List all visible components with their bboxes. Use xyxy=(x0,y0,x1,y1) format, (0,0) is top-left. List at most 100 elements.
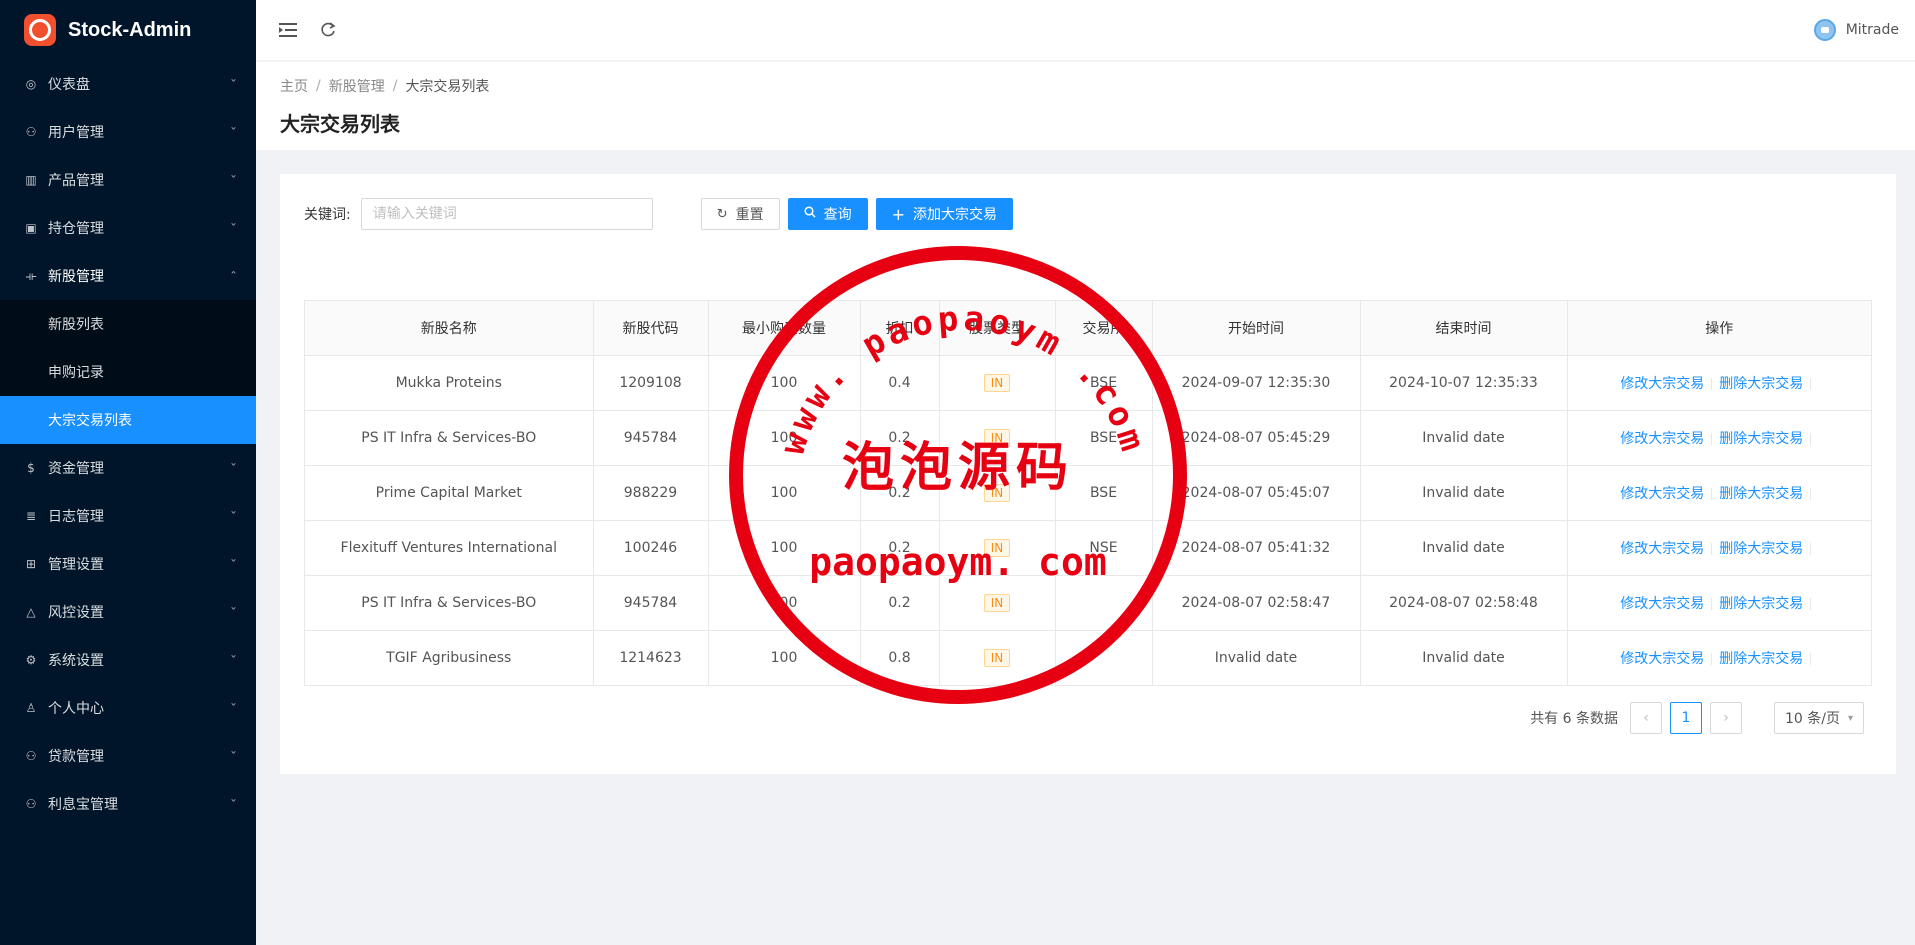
user-menu[interactable]: Mitrade xyxy=(1813,19,1899,41)
table-header-row: 新股名称 新股代码 最小购买数量 折扣 股票类型 交易所 开始时间 结束时间 操作 xyxy=(305,301,1871,356)
edit-block-trade-link[interactable]: 修改大宗交易 xyxy=(1620,486,1704,502)
sidebar-item-8[interactable]: △ 风控设置 ˅ xyxy=(0,588,256,636)
refresh-icon[interactable] xyxy=(318,20,338,40)
cell-name: PS IT Infra & Services-BO xyxy=(305,410,594,466)
table-body: Mukka Proteins 1209108 100 0.4 IN BSE 2024-09-… xyxy=(305,355,1871,685)
delete-block-trade-link[interactable]: 删除大宗交易 xyxy=(1719,376,1803,392)
sidebar-menu: ◎ 仪表盘 ˅ ⚇ 用户管理 ˅ ▥ 产品管理 ˅ ▣ 持仓管理 ˅ ⟛ 新股管理 ˄ 新股列表 申购记录 大宗交… xyxy=(0,60,256,828)
cell-exchange: NSE xyxy=(1055,520,1153,576)
delete-block-trade-link[interactable]: 删除大宗交易 xyxy=(1719,541,1803,557)
cell-exchange xyxy=(1055,630,1153,685)
submenu-item-2[interactable]: 大宗交易列表 xyxy=(0,396,256,444)
cell-discount: 0.4 xyxy=(860,355,940,411)
cell-actions: 修改大宗交易 删除大宗交易 xyxy=(1567,520,1871,576)
page-number-button[interactable]: 1 xyxy=(1670,702,1702,734)
cell-type: IN xyxy=(939,410,1056,466)
breadcrumb-home[interactable]: 主页 xyxy=(280,76,308,96)
cell-name: PS IT Infra & Services-BO xyxy=(305,575,594,631)
cell-min-qty: 100 xyxy=(708,520,861,576)
loan-icon: ⚇ xyxy=(25,749,37,763)
query-button[interactable]: 查询 xyxy=(787,198,868,230)
chevron-down-icon: ˅ xyxy=(230,174,237,186)
column-header: 新股名称 xyxy=(305,301,594,356)
chevron-down-icon: ˅ xyxy=(230,510,237,522)
cell-start: 2024-09-07 12:35:30 xyxy=(1152,355,1361,411)
sidebar-item-label: 系统设置 xyxy=(48,653,104,669)
cell-code: 988229 xyxy=(593,465,709,521)
edit-block-trade-link[interactable]: 修改大宗交易 xyxy=(1620,651,1704,667)
cell-start: Invalid date xyxy=(1152,630,1361,685)
cell-min-qty: 100 xyxy=(708,630,861,685)
keyword-input[interactable] xyxy=(360,198,653,230)
sidebar-item-label: 贷款管理 xyxy=(48,749,104,765)
sidebar-item-1[interactable]: ⚇ 用户管理 ˅ xyxy=(0,108,256,156)
cell-code: 945784 xyxy=(593,410,709,466)
sidebar-item-4[interactable]: ⟛ 新股管理 ˄ xyxy=(0,252,256,300)
breadcrumb-parent[interactable]: 新股管理 xyxy=(329,76,385,96)
edit-block-trade-link[interactable]: 修改大宗交易 xyxy=(1620,541,1704,557)
sidebar-item-3[interactable]: ▣ 持仓管理 ˅ xyxy=(0,204,256,252)
sidebar-item-12[interactable]: ⚇ 利息宝管理 ˅ xyxy=(0,780,256,828)
delete-block-trade-link[interactable]: 删除大宗交易 xyxy=(1719,596,1803,612)
delete-block-trade-link[interactable]: 删除大宗交易 xyxy=(1719,651,1803,667)
dashboard-icon: ◎ xyxy=(25,77,37,91)
action-divider xyxy=(1711,487,1713,500)
cell-code: 1214623 xyxy=(593,630,709,685)
chevron-down-icon: ˅ xyxy=(230,462,237,474)
admin-settings-icon: ⊞ xyxy=(25,557,37,571)
cell-min-qty: 100 xyxy=(708,410,861,466)
delete-block-trade-link[interactable]: 删除大宗交易 xyxy=(1719,431,1803,447)
column-header: 开始时间 xyxy=(1152,301,1361,356)
cell-actions: 修改大宗交易 删除大宗交易 xyxy=(1567,630,1871,685)
action-divider xyxy=(1711,652,1713,665)
sidebar-item-5[interactable]: $ 资金管理 ˅ xyxy=(0,444,256,492)
sidebar-item-label: 仪表盘 xyxy=(48,77,90,93)
delete-block-trade-link[interactable]: 删除大宗交易 xyxy=(1719,486,1803,502)
sidebar-item-11[interactable]: ⚇ 贷款管理 ˅ xyxy=(0,732,256,780)
action-divider xyxy=(1711,377,1713,390)
prev-page-button[interactable]: ‹ xyxy=(1630,702,1662,734)
next-page-button[interactable]: › xyxy=(1710,702,1742,734)
money-icon: $ xyxy=(27,461,35,475)
edit-block-trade-link[interactable]: 修改大宗交易 xyxy=(1620,376,1704,392)
chevron-down-icon: ˅ xyxy=(230,558,237,570)
sidebar-item-label: 个人中心 xyxy=(48,701,104,717)
cell-type: IN xyxy=(939,630,1056,685)
sidebar-item-10[interactable]: ♙ 个人中心 ˅ xyxy=(0,684,256,732)
cell-end: Invalid date xyxy=(1360,520,1568,576)
cell-end: Invalid date xyxy=(1360,410,1568,466)
sidebar-item-6[interactable]: ≣ 日志管理 ˅ xyxy=(0,492,256,540)
action-divider xyxy=(1810,432,1812,445)
sidebar-item-9[interactable]: ⚙ 系统设置 ˅ xyxy=(0,636,256,684)
reset-button[interactable]: ↻ 重置 xyxy=(700,198,780,230)
sidebar-item-7[interactable]: ⊞ 管理设置 ˅ xyxy=(0,540,256,588)
avatar xyxy=(1813,19,1836,41)
gear-icon: ⚙ xyxy=(25,653,37,667)
pagination: 共有 6 条数据 ‹ 1 › 10 条/页 ▾ xyxy=(304,702,1872,734)
submenu-item-1[interactable]: 申购记录 xyxy=(0,348,256,396)
breadcrumb-current: 大宗交易列表 xyxy=(405,79,490,95)
chevron-down-icon: ▾ xyxy=(1847,712,1853,724)
stock-type-tag: IN xyxy=(983,648,1011,667)
sidebar-item-0[interactable]: ◎ 仪表盘 ˅ xyxy=(0,60,256,108)
filter-bar: 关键词: ↻ 重置 查询 + 添加大宗交易 xyxy=(304,198,1872,230)
pagination-total: 共有 6 条数据 xyxy=(1530,711,1618,727)
submenu-item-0[interactable]: 新股列表 xyxy=(0,300,256,348)
ipo-icon: ⟛ xyxy=(25,268,37,283)
logo[interactable]: Stock-Admin xyxy=(0,0,256,60)
sidebar-item-label: 产品管理 xyxy=(48,173,104,189)
edit-block-trade-link[interactable]: 修改大宗交易 xyxy=(1620,596,1704,612)
breadcrumb-separator: / xyxy=(316,78,321,94)
add-block-trade-button[interactable]: + 添加大宗交易 xyxy=(875,198,1014,230)
cell-code: 1209108 xyxy=(593,355,709,411)
cell-min-qty: 100 xyxy=(708,575,861,631)
sidebar-item-2[interactable]: ▥ 产品管理 ˅ xyxy=(0,156,256,204)
stock-type-tag: IN xyxy=(983,428,1011,447)
cell-name: Mukka Proteins xyxy=(305,355,594,411)
collapse-menu-icon[interactable] xyxy=(278,20,298,40)
page-size-select[interactable]: 10 条/页 ▾ xyxy=(1774,702,1864,734)
person-icon: ♙ xyxy=(25,701,37,715)
action-divider xyxy=(1711,432,1713,445)
cell-exchange: BSE xyxy=(1055,410,1153,466)
edit-block-trade-link[interactable]: 修改大宗交易 xyxy=(1620,431,1704,447)
